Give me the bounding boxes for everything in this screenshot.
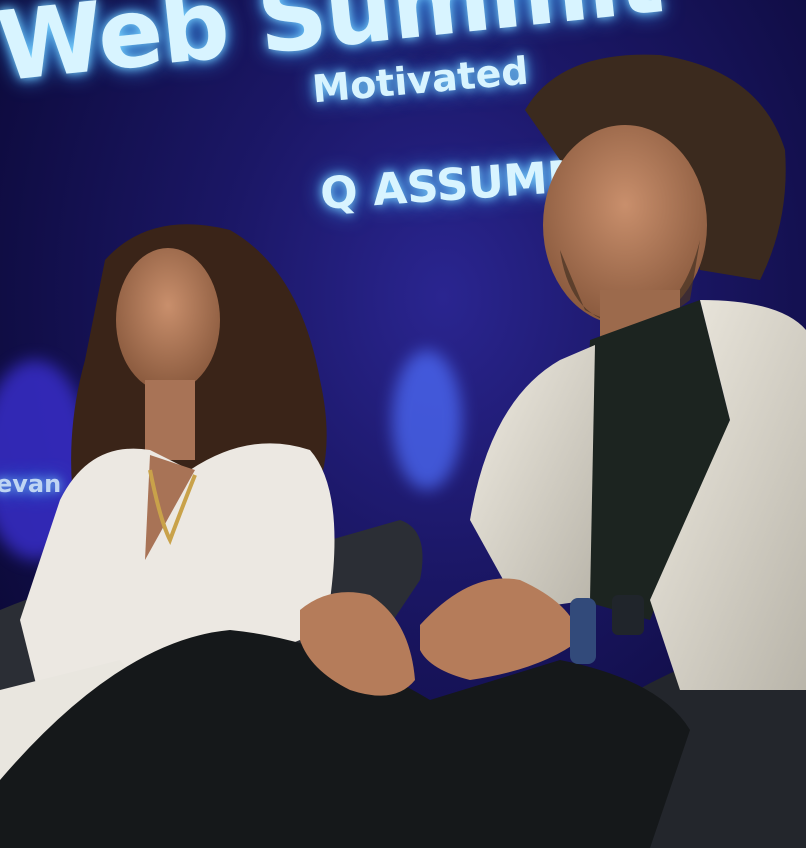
woman-neck <box>145 380 195 460</box>
event-stage-photo: Web Summit Motivated Q ASSUME evan <box>0 0 806 848</box>
panel-figures <box>0 54 806 848</box>
man-bracelet <box>570 598 596 664</box>
woman-face <box>116 248 220 392</box>
man-jacket <box>470 345 595 610</box>
man-watch <box>612 595 644 635</box>
